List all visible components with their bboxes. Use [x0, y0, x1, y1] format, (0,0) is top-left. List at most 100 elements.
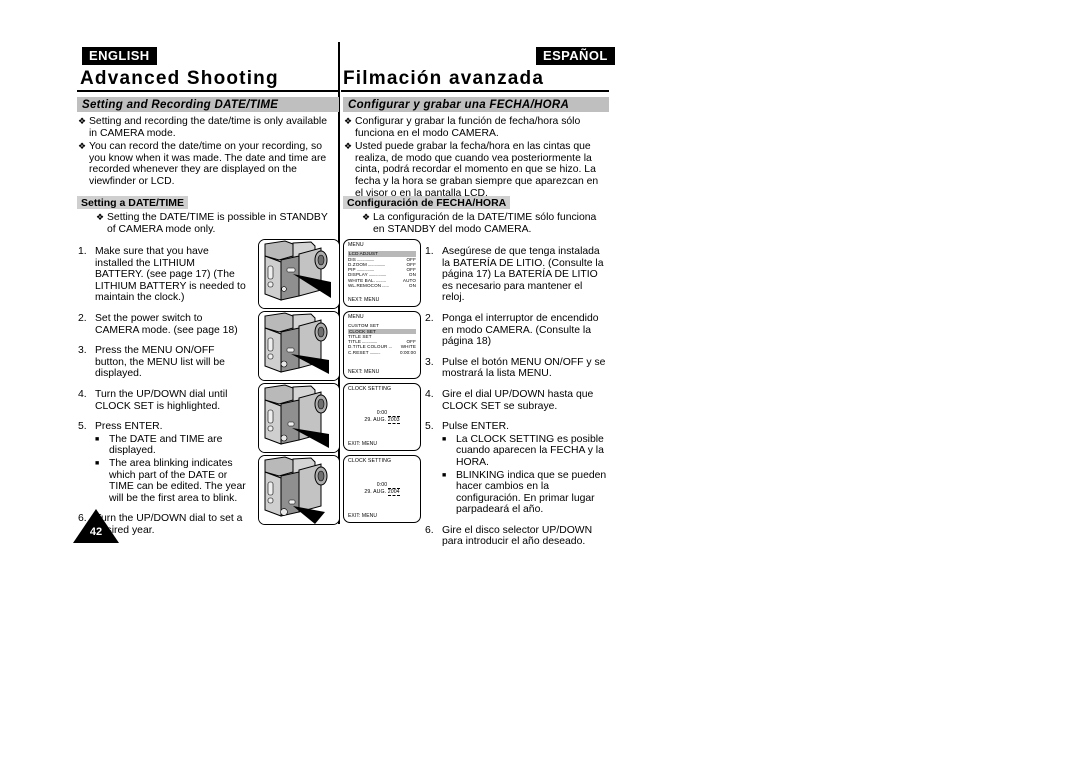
step-item: 1. Asegúrese de que tenga instalada la B…	[425, 246, 607, 304]
step-number: 1.	[78, 246, 87, 257]
step-text: Gire el dial UP/DOWN hasta que CLOCK SET…	[442, 388, 594, 412]
bullet-text: Setting the DATE/TIME is possible in STA…	[107, 212, 328, 235]
osd-date-value: 29. AUG. 2004	[348, 487, 416, 496]
steps-list-spanish: 1. Asegúrese de que tenga instalada la B…	[425, 246, 607, 557]
step-number: 2.	[425, 312, 434, 324]
step-text: Pulse el botón MENU ON/OFF y se mostrará…	[442, 356, 606, 380]
bullet-text: La configuración de la DATE/TIME sólo fu…	[373, 212, 597, 235]
osd-row[interactable]: C.RESET .......... 0:00:00	[348, 350, 416, 355]
osd-title: MENU	[348, 314, 364, 320]
step-item: 4. Gire el dial UP/DOWN hasta que CLOCK …	[425, 389, 607, 412]
intro-bullets-english: ❖ Setting and recording the date/time is…	[78, 116, 336, 190]
clover-bullet-icon: ❖	[362, 212, 371, 222]
step-number: 4.	[78, 388, 87, 400]
step-text: Press ENTER. ■ The DATE and TIME are dis…	[95, 421, 246, 504]
step-subitem-text: BLINKING indica que se pueden hacer camb…	[456, 469, 607, 516]
camcorder-drawing	[259, 240, 339, 308]
square-bullet-icon: ■	[95, 459, 100, 467]
bullet-text: You can record the date/time on your rec…	[89, 141, 327, 187]
step-number: 2.	[78, 312, 87, 324]
step-subitem-text: La CLOCK SETTING es posible cuando apare…	[456, 433, 604, 468]
clover-bullet-icon: ❖	[78, 141, 87, 152]
step-item: 4. Turn the UP/DOWN dial until CLOCK SET…	[78, 389, 246, 412]
bullet-text: Configurar y grabar la función de fecha/…	[355, 116, 581, 139]
bullet-text: Usted puede grabar la fecha/hora en las …	[355, 141, 599, 199]
osd-row[interactable]: WL.REMOCON ...... ON	[348, 283, 416, 288]
osd-date-prefix: 29. AUG.	[364, 416, 388, 423]
step-subitem: ■ The area blinking indicates which part…	[95, 458, 246, 504]
osd-screen-clock-setting-2: CLOCK SETTING 0:00 29. AUG. 2004 EXIT: M…	[343, 455, 421, 523]
step-item: 3. Pulse el botón MENU ON/OFF y se mostr…	[425, 357, 607, 380]
subsection-label-spanish: Configuración de FECHA/HORA	[343, 196, 511, 209]
language-badge-spanish: ESPAÑOL	[536, 47, 615, 65]
step-item: 5. Pulse ENTER. ■ La CLOCK SETTING es po…	[425, 421, 607, 516]
step-item: 1. Make sure that you have installed the…	[78, 246, 246, 304]
step-subitem-text: The DATE and TIME are displayed.	[109, 433, 223, 457]
osd-year-blinking[interactable]: 2003	[387, 415, 400, 424]
step-subitem: ■ BLINKING indica que se pueden hacer ca…	[442, 470, 607, 516]
osd-year-blinking[interactable]: 2004	[387, 487, 400, 496]
section-bar-english: Setting and Recording DATE/TIME	[77, 97, 339, 112]
header-rule-left	[77, 90, 339, 92]
step-text: Make sure that you have installed the LI…	[95, 246, 246, 304]
step-subitem: ■ La CLOCK SETTING es posible cuando apa…	[442, 434, 607, 469]
camcorder-illustration-2	[258, 311, 340, 381]
page-number: 42	[89, 526, 103, 538]
osd-row-value: 0:00:00	[399, 349, 416, 355]
osd-date-prefix: 29. AUG.	[364, 488, 388, 495]
step-number: 1.	[425, 246, 434, 257]
osd-footer-hint: NEXT: MENU	[348, 296, 380, 303]
clover-bullet-icon: ❖	[78, 116, 87, 126]
osd-leader-dots: ..........	[369, 349, 381, 355]
intro-bullets-spanish: ❖ Configurar y grabar la función de fech…	[344, 116, 606, 201]
chapter-title-english: Advanced Shooting	[80, 68, 279, 89]
osd-title: CLOCK SETTING	[348, 386, 392, 392]
osd-clock-display: 0:00 29. AUG. 2003	[348, 410, 416, 424]
clover-bullet-icon: ❖	[344, 141, 353, 152]
subsection-bullets-english: ❖ Setting the DATE/TIME is possible in S…	[96, 212, 336, 237]
bullet-item: ❖ You can record the date/time on your r…	[78, 141, 336, 187]
step-text: Ponga el interruptor de encendido en mod…	[442, 312, 599, 348]
bullet-item: ❖ Configurar y grabar la función de fech…	[344, 116, 606, 139]
step-subitem: ■ The DATE and TIME are displayed.	[95, 434, 246, 457]
step-text: Set the power switch to CAMERA mode. (se…	[95, 312, 238, 336]
osd-title: MENU	[348, 242, 364, 248]
step-item: 3. Press the MENU ON/OFF button, the MEN…	[78, 345, 246, 380]
manual-page: ENGLISH ESPAÑOL Advanced Shooting Filmac…	[0, 0, 1080, 763]
step-number: 5.	[425, 421, 434, 433]
osd-row-value: ON	[408, 283, 416, 289]
subsection-bullets-spanish: ❖ La configuración de la DATE/TIME sólo …	[362, 212, 606, 237]
step-number: 3.	[78, 345, 87, 357]
osd-screen-clock-setting-1: CLOCK SETTING 0:00 29. AUG. 2003 EXIT: M…	[343, 383, 421, 451]
step-item: 5. Press ENTER. ■ The DATE and TIME are …	[78, 421, 246, 504]
bullet-item: ❖ Usted puede grabar la fecha/hora en la…	[344, 141, 606, 199]
osd-title: CLOCK SETTING	[348, 458, 392, 464]
step-item: 6. Gire el disco selector UP/DOWN para i…	[425, 525, 607, 548]
step-text-main: Press ENTER.	[95, 421, 163, 433]
step-text-main: Pulse ENTER.	[442, 421, 509, 433]
step-text: Asegúrese de que tenga instalada la BATE…	[442, 246, 604, 304]
section-bar-spanish: Configurar y grabar una FECHA/HORA	[343, 97, 609, 112]
chapter-title-spanish: Filmación avanzada	[343, 68, 545, 89]
osd-screen-menu-main: MENU LCD ADJUST DIS ................ OFF…	[343, 239, 421, 307]
osd-footer-hint: NEXT: MENU	[348, 368, 380, 375]
step-item: 2. Set the power switch to CAMERA mode. …	[78, 313, 246, 336]
osd-row-label: C.RESET	[348, 349, 369, 355]
step-text: Press the MENU ON/OFF button, the MENU l…	[95, 345, 225, 380]
square-bullet-icon: ■	[442, 435, 447, 443]
clover-bullet-icon: ❖	[344, 116, 353, 126]
step-number: 5.	[78, 421, 87, 433]
osd-date-value: 29. AUG. 2003	[348, 415, 416, 424]
step-text: Gire el disco selector UP/DOWN para intr…	[442, 524, 593, 548]
step-item: 2. Ponga el interruptor de encendido en …	[425, 313, 607, 348]
step-text: Pulse ENTER. ■ La CLOCK SETTING es posib…	[442, 421, 607, 516]
osd-row-label: WL.REMOCON	[348, 283, 382, 289]
osd-footer-hint: EXIT: MENU	[348, 440, 378, 447]
bullet-item: ❖ Setting and recording the date/time is…	[78, 116, 336, 139]
square-bullet-icon: ■	[442, 471, 447, 479]
bullet-item: ❖ La configuración de la DATE/TIME sólo …	[362, 212, 606, 235]
osd-clock-display: 0:00 29. AUG. 2004	[348, 482, 416, 496]
page-number-badge: 42	[73, 509, 119, 543]
osd-screen-menu-clockset: MENU CUSTOM SET CLOCK SET TITLE SET TITL…	[343, 311, 421, 379]
camcorder-illustration-4	[258, 455, 340, 525]
